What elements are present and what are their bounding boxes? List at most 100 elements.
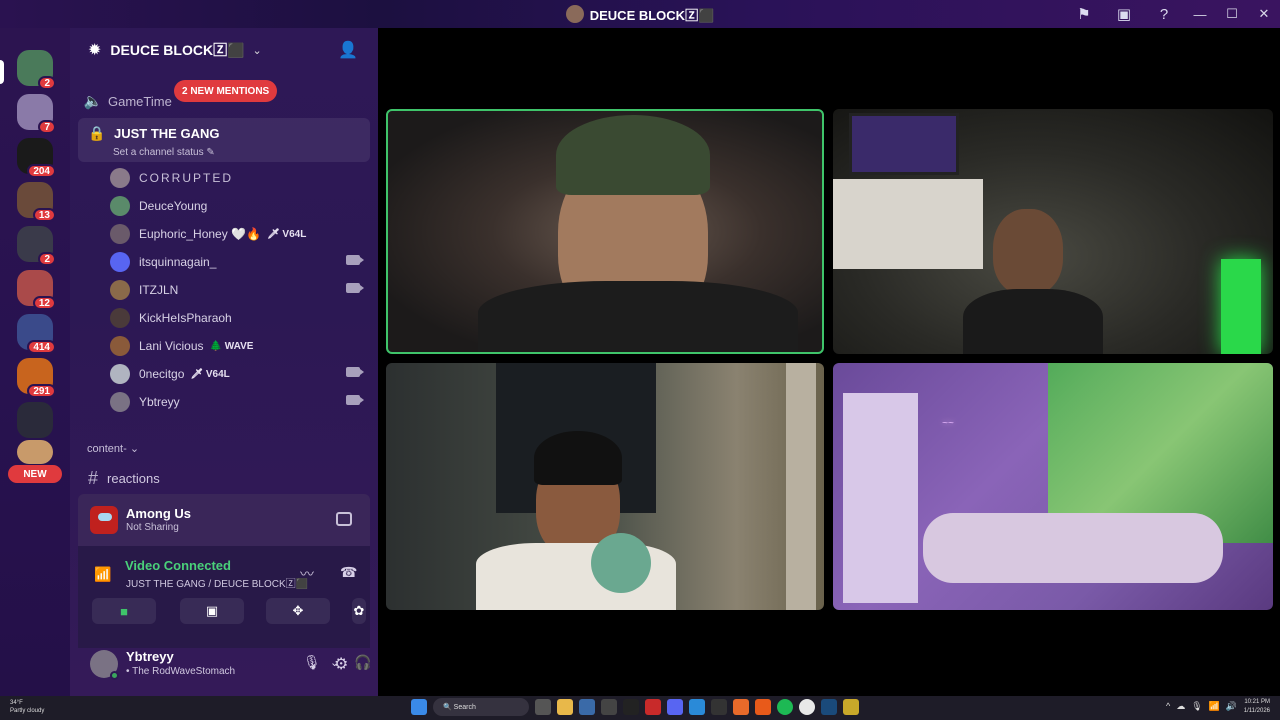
among-us-icon [90,506,118,534]
share-game-icon[interactable] [336,512,352,526]
server-icon-1[interactable]: 2 [17,50,56,90]
video-tile-speaking[interactable] [386,109,824,354]
add-user-icon[interactable]: 👤 [338,40,358,60]
system-tray[interactable]: ^☁🎙📶🔊 [1166,701,1243,712]
flag-icon[interactable]: ⚑ [1064,0,1104,28]
lock-icon: 🔒 [88,125,106,141]
edge-icon[interactable] [689,699,705,715]
close-button[interactable]: ✕ [1248,0,1280,28]
minimize-button[interactable]: — [1184,0,1216,28]
camera-icon [346,255,364,265]
app-icon[interactable] [645,699,661,715]
channel-reactions[interactable]: # reactions [88,468,160,489]
headphones-icon[interactable]: 🎧 [354,654,371,671]
weather-temp: 34°F [10,700,23,706]
server-icon-9[interactable] [17,402,53,438]
disconnect-icon[interactable]: ☎ [340,564,357,581]
app-icon[interactable] [623,699,639,715]
avatar [110,196,130,216]
soundboard-button[interactable]: ✿ [352,598,366,624]
search-label: Search [453,703,476,711]
voice-member[interactable]: CORRUPTED [110,166,368,190]
discord-icon[interactable] [667,699,683,715]
selected-indicator [0,60,4,84]
start-icon[interactable] [411,699,427,715]
neon-sign: ~~ [942,418,954,429]
door [786,363,816,610]
search-box[interactable]: 🔍 Search [433,698,529,716]
voice-member[interactable]: 0necitgo 🗡 V64L [110,362,368,386]
voice-member[interactable]: Lani Vicious 🌲 WAVE [110,334,368,358]
share-screen-button[interactable]: ▣ [180,598,244,624]
server-icon-3[interactable]: 204 [17,138,56,178]
server-icon-10[interactable] [17,440,53,464]
activities-button[interactable]: ✥ [266,598,330,624]
camera-button[interactable]: ■ [92,598,156,624]
voice-member[interactable]: itsquinnagain_ [110,250,368,274]
voice-member[interactable]: DeuceYoung [110,194,368,218]
pencil-icon: ✎ [206,147,215,158]
app-icon[interactable] [843,699,859,715]
server-rail: 2 7 204 13 2 12 414 291 NEW [0,28,70,696]
user-panel: Ybtreyy • The RodWaveStomach 🎙 ⌄ 🎧 [78,640,371,690]
server-icon-8[interactable]: 291 [17,358,56,398]
voice-channel-just-the-gang[interactable]: 🔒 JUST THE GANG Set a channel status ✎ [78,118,370,162]
voice-member[interactable]: Ybtreyy [110,390,368,414]
voice-member[interactable]: Euphoric_Honey 🤍🔥 🗡 V64L [110,222,368,246]
file-explorer-icon[interactable] [557,699,573,715]
participant-face [993,209,1063,295]
server-icon-7[interactable]: 414 [17,314,56,354]
weather-widget[interactable]: 34°F Partly cloudy [10,699,44,715]
steam-icon[interactable] [821,699,837,715]
category-content[interactable]: content- ⌄ [87,442,139,455]
app-icon[interactable] [711,699,727,715]
title-bar: DEUCE BLOCK🅉⬛ ⚑ ▣ ? — ☐ ✕ [0,0,1280,28]
user-settings-gear-icon[interactable]: ⚙ [334,654,348,674]
server-icon-4[interactable]: 13 [17,182,56,222]
speaker-icon: 🔈 [83,93,103,110]
server-icon [565,5,584,23]
voice-member[interactable]: ITZJLN [110,278,368,302]
headphone-options-chevron-icon[interactable]: ⌄ [309,656,318,669]
badge: 204 [27,164,56,178]
server-icon-6[interactable]: 12 [17,270,56,310]
noise-suppression-icon[interactable]: 〰 [300,564,314,584]
app-icon[interactable] [733,699,749,715]
steam-icon[interactable] [579,699,595,715]
member-name: KickHeIsPharaoh [139,311,232,325]
badge: 2 [38,252,56,266]
screen-share-icon[interactable]: ▣ [1104,0,1144,28]
video-stage: ~~ [378,28,1280,696]
new-badge[interactable]: NEW [8,465,62,483]
firefox-icon[interactable] [755,699,771,715]
member-name: Ybtreyy [139,395,180,409]
chevron-down-icon: ⌄ [252,44,262,57]
participant-body [478,281,798,352]
video-tile[interactable]: ~~ [833,363,1273,610]
chrome-icon[interactable] [799,699,815,715]
connection-subtitle[interactable]: JUST THE GANG / DEUCE BLOCK🅉⬛ [126,575,308,590]
user-status: • The RodWaveStomach [126,666,236,677]
voice-member[interactable]: KickHeIsPharaoh [110,306,368,330]
member-tag: 🗡 V64L [266,228,307,240]
new-mentions-badge[interactable]: 2 NEW MENTIONS [174,80,278,102]
window-title-text: DEUCE BLOCK🅉⬛ [589,7,715,23]
connection-title[interactable]: Video Connected [125,558,231,573]
badge: 7 [38,120,56,134]
maximize-button[interactable]: ☐ [1216,0,1248,28]
username[interactable]: Ybtreyy [126,649,174,664]
game-status: Not Sharing [126,522,179,533]
server-icon-2[interactable]: 7 [17,94,56,134]
app-icon[interactable] [601,699,617,715]
video-tile[interactable] [386,363,824,610]
video-tile[interactable] [833,109,1273,354]
channel-status[interactable]: Set a channel status ✎ [113,147,215,158]
spotify-icon[interactable] [777,699,793,715]
camera-icon [346,367,364,377]
clock[interactable]: 10:21 PM 1/11/2026 [1244,698,1270,716]
server-icon-5[interactable]: 2 [17,226,56,266]
task-view-icon[interactable] [535,699,551,715]
server-header[interactable]: ✹ DEUCE BLOCK🅉⬛ ⌄ 👤 [70,28,378,72]
member-name: itsquinnagain_ [139,255,217,269]
help-icon[interactable]: ? [1144,0,1184,28]
